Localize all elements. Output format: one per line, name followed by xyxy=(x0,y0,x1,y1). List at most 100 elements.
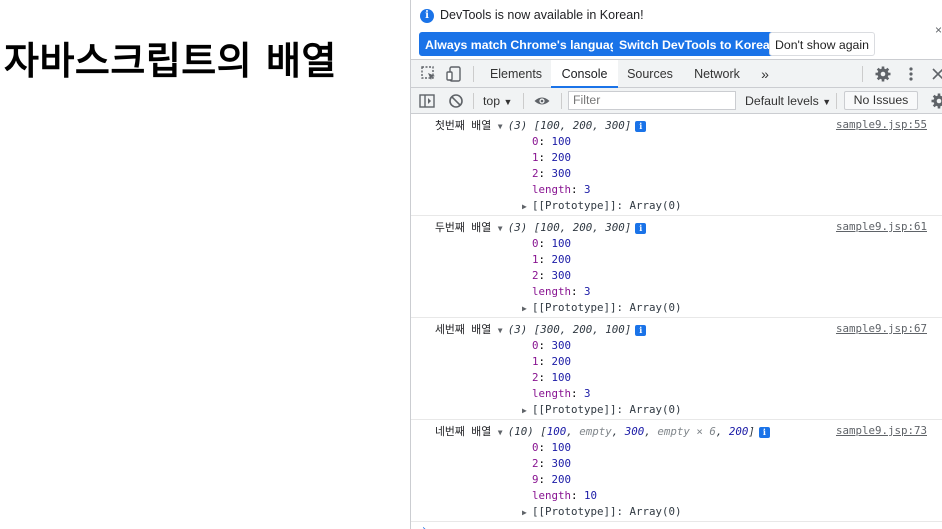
toolbar-divider xyxy=(862,66,863,82)
toolbar-divider xyxy=(473,66,474,82)
array-prototype[interactable]: ▶ [[Prototype]]: Array(0) xyxy=(522,300,682,316)
array-entry: 0: 100 xyxy=(532,135,572,148)
array-prototype[interactable]: ▶ [[Prototype]]: Array(0) xyxy=(522,198,682,214)
entry-value: 100 xyxy=(551,135,572,148)
array-entry: 2: 300 xyxy=(532,457,572,470)
tab-elements[interactable]: Elements xyxy=(481,60,551,88)
source-link[interactable]: sample9.jsp:67 xyxy=(836,322,927,335)
collapsed-triangle-icon[interactable]: ▶ xyxy=(522,505,532,521)
switch-to-korean-button[interactable]: Switch DevTools to Korean xyxy=(613,32,784,56)
device-toolbar-icon[interactable] xyxy=(445,65,463,83)
filter-input[interactable]: Filter xyxy=(568,91,736,110)
dont-show-again-button[interactable]: Don't show again xyxy=(769,32,875,56)
devtools-tabbar: Elements Console Sources Network » xyxy=(411,60,942,88)
array-entry: 1: 200 xyxy=(532,355,572,368)
source-link[interactable]: sample9.jsp:61 xyxy=(836,220,927,233)
toolbar-divider xyxy=(836,93,837,109)
console-message: 네번째 배열 ▼ (10) [100, empty, 300, empty × 6… xyxy=(411,420,942,522)
collapsed-triangle-icon[interactable]: ▶ xyxy=(522,403,532,419)
array-preview-part: ] xyxy=(748,425,755,438)
expanded-triangle-icon[interactable]: ▼ xyxy=(498,221,508,237)
info-badge-icon[interactable]: i xyxy=(635,223,647,234)
length-value: 3 xyxy=(584,387,591,400)
array-count: (10) xyxy=(507,425,534,438)
array-preview-part: , xyxy=(644,425,658,438)
length-key: length xyxy=(532,285,572,298)
tab-console[interactable]: Console xyxy=(551,60,618,88)
clear-console-icon[interactable] xyxy=(447,92,465,110)
expanded-triangle-icon[interactable]: ▼ xyxy=(498,323,508,339)
info-badge-icon[interactable]: i xyxy=(635,325,647,336)
console-output: 첫번째 배열 ▼ (3) [100, 200, 300] i sample9.jsp:… xyxy=(411,114,942,529)
array-entry: 0: 100 xyxy=(532,441,572,454)
entry-key: 2 xyxy=(532,457,539,470)
length-key: length xyxy=(532,489,572,502)
array-header[interactable]: 첫번째 배열 ▼ (3) [100, 200, 300] i xyxy=(435,118,647,135)
source-link[interactable]: sample9.jsp:73 xyxy=(836,424,927,437)
close-icon[interactable]: × xyxy=(935,23,942,37)
entry-value: 300 xyxy=(551,167,572,180)
tab-sources[interactable]: Sources xyxy=(618,60,682,88)
console-filterbar: top ▼ Filter Default levels ▼ No Issues xyxy=(411,88,942,114)
entry-value: 100 xyxy=(551,237,572,250)
array-header[interactable]: 네번째 배열 ▼ (10) [100, empty, 300, empty × 6… xyxy=(435,424,770,440)
collapsed-triangle-icon[interactable]: ▶ xyxy=(522,301,532,317)
tab-network[interactable]: Network xyxy=(682,60,752,88)
entry-value: 300 xyxy=(551,339,572,352)
context-selector[interactable]: top ▼ xyxy=(483,88,512,114)
array-length: length: 3 xyxy=(532,285,591,298)
entry-value: 200 xyxy=(551,253,572,266)
array-preview: [100, empty, 300, empty × 6, 200] xyxy=(540,425,755,438)
source-link[interactable]: sample9.jsp:55 xyxy=(836,118,927,131)
entry-value: 300 xyxy=(551,269,572,282)
array-length: length: 10 xyxy=(532,489,598,502)
live-expression-eye-icon[interactable] xyxy=(533,92,551,110)
array-entry: 9: 200 xyxy=(532,473,572,486)
array-header[interactable]: 세번째 배열 ▼ (3) [300, 200, 100] i xyxy=(435,322,647,339)
console-prompt-icon[interactable]: › xyxy=(421,524,427,529)
entry-key: 2 xyxy=(532,167,539,180)
entry-key: 2 xyxy=(532,371,539,384)
prototype-label: [[Prototype]]: Array(0) xyxy=(532,403,682,416)
info-badge-icon[interactable]: i xyxy=(758,427,770,438)
issues-button[interactable]: No Issues xyxy=(844,91,918,110)
array-preview-part: empty × 6 xyxy=(657,425,716,438)
log-levels-dropdown[interactable]: Default levels ▼ xyxy=(745,88,831,114)
expanded-triangle-icon[interactable]: ▼ xyxy=(498,425,508,441)
array-header[interactable]: 두번째 배열 ▼ (3) [100, 200, 300] i xyxy=(435,220,647,237)
entry-key: 2 xyxy=(532,269,539,282)
close-devtools-icon[interactable] xyxy=(929,65,942,83)
inspect-element-icon[interactable] xyxy=(420,65,438,83)
info-badge-icon[interactable]: i xyxy=(635,121,647,132)
log-label: 첫번째 배열 xyxy=(435,119,492,132)
always-match-language-button[interactable]: Always match Chrome's language xyxy=(419,32,631,56)
expanded-triangle-icon[interactable]: ▼ xyxy=(498,119,508,135)
entry-key: 9 xyxy=(532,473,539,486)
levels-label: Default levels xyxy=(745,94,819,108)
array-entry: 2: 100 xyxy=(532,371,572,384)
length-key: length xyxy=(532,387,572,400)
log-label: 네번째 배열 xyxy=(435,425,492,438)
array-preview-part: 100 xyxy=(546,425,567,438)
toolbar-divider xyxy=(473,93,474,109)
sidebar-toggle-icon[interactable] xyxy=(418,92,436,110)
array-prototype[interactable]: ▶ [[Prototype]]: Array(0) xyxy=(522,402,682,418)
more-tabs-chevron-icon[interactable]: » xyxy=(753,60,777,88)
console-settings-gear-icon[interactable] xyxy=(930,92,942,110)
array-preview-part: , xyxy=(715,425,729,438)
prototype-label: [[Prototype]]: Array(0) xyxy=(532,505,682,518)
entry-key: 0 xyxy=(532,339,539,352)
array-prototype[interactable]: ▶ [[Prototype]]: Array(0) xyxy=(522,504,682,520)
array-count: (3) xyxy=(507,221,528,234)
page-heading: 자바스크립트의 배열 xyxy=(4,39,337,83)
kebab-menu-icon[interactable] xyxy=(902,65,920,83)
devtools-panel: i DevTools is now available in Korean! ×… xyxy=(410,0,942,529)
settings-gear-icon[interactable] xyxy=(874,65,892,83)
entry-key: 1 xyxy=(532,355,539,368)
array-entry: 1: 200 xyxy=(532,151,572,164)
collapsed-triangle-icon[interactable]: ▶ xyxy=(522,199,532,215)
length-value: 10 xyxy=(584,489,598,502)
console-message: 두번째 배열 ▼ (3) [100, 200, 300] i sample9.jsp:… xyxy=(411,216,942,318)
entry-value: 300 xyxy=(551,457,572,470)
entry-value: 200 xyxy=(551,151,572,164)
